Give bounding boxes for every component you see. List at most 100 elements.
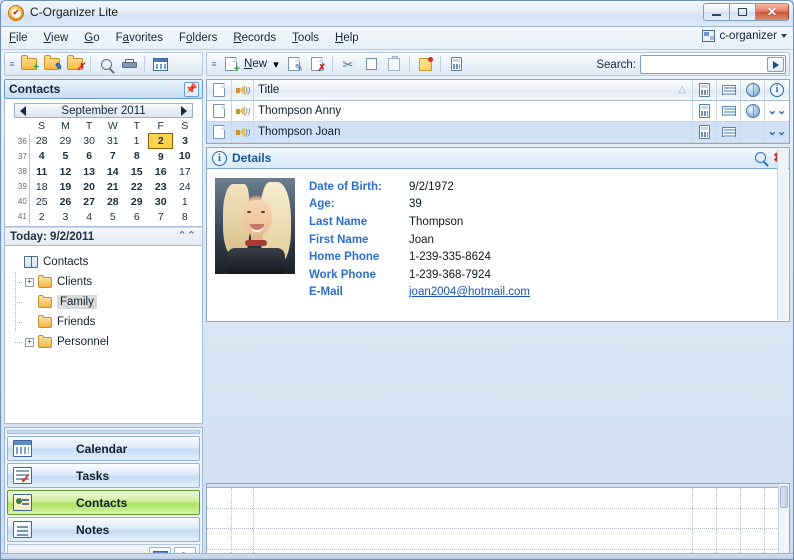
- menu-go[interactable]: Go: [76, 29, 107, 47]
- tree-root-contacts[interactable]: Contacts: [9, 252, 198, 272]
- new-button-label[interactable]: New: [244, 58, 267, 70]
- calendar-day[interactable]: 6: [77, 149, 101, 165]
- delete-record-button[interactable]: [306, 54, 328, 74]
- toolbar-grip-icon[interactable]: ≡: [7, 55, 17, 73]
- calendar-day[interactable]: 28: [101, 194, 125, 209]
- nav-splitter[interactable]: [7, 430, 200, 434]
- pin-icon[interactable]: 📌: [184, 82, 199, 97]
- row-web-cell[interactable]: [741, 101, 765, 121]
- search-go-button[interactable]: [767, 57, 784, 72]
- calendar-day[interactable]: 9: [149, 149, 173, 165]
- arrow-right-icon[interactable]: [181, 106, 187, 116]
- search-box[interactable]: [640, 55, 786, 74]
- calendar-day[interactable]: 12: [54, 164, 78, 179]
- menu-tools[interactable]: Tools: [284, 29, 327, 47]
- table-row[interactable]: )) Thompson Joan ⌄⌄: [207, 122, 789, 143]
- calendar-day[interactable]: 27: [77, 194, 101, 209]
- empty-grid-row[interactable]: [207, 529, 789, 550]
- calendar-day[interactable]: 19: [54, 179, 78, 194]
- profile-selector[interactable]: c-organizer: [702, 30, 787, 42]
- menu-records[interactable]: Records: [225, 29, 284, 47]
- menu-help[interactable]: Help: [327, 29, 367, 47]
- calendar-day[interactable]: 15: [125, 164, 149, 179]
- minimize-button[interactable]: [703, 3, 729, 21]
- row-email-cell[interactable]: [717, 101, 741, 121]
- maximize-button[interactable]: [729, 3, 755, 21]
- calendar-day[interactable]: 5: [54, 149, 78, 165]
- grid-scrollbar[interactable]: [778, 484, 789, 553]
- calendar-day[interactable]: 8: [125, 149, 149, 165]
- calendar-day[interactable]: 26: [54, 194, 78, 209]
- calendar-day[interactable]: 11: [29, 164, 53, 179]
- calendar-day[interactable]: 18: [29, 179, 53, 194]
- calendar-day[interactable]: 30: [149, 194, 173, 209]
- calendar-day[interactable]: 23: [149, 179, 173, 194]
- paste-button[interactable]: [383, 54, 405, 74]
- chevron-up-icon[interactable]: ⌃⌃: [178, 231, 196, 242]
- close-button[interactable]: ✕: [755, 3, 789, 21]
- calendar-day[interactable]: 4: [77, 209, 101, 224]
- print-button[interactable]: [118, 54, 140, 74]
- calendar-day[interactable]: 10: [173, 149, 197, 165]
- menu-folders[interactable]: Folders: [171, 29, 225, 47]
- calendar-day[interactable]: 1: [173, 194, 197, 209]
- empty-grid-row[interactable]: [207, 488, 789, 509]
- calendar-day[interactable]: 16: [149, 164, 173, 179]
- new-folder-button[interactable]: +: [18, 54, 40, 74]
- details-scrollbar[interactable]: [777, 149, 788, 320]
- calendar-day[interactable]: 24: [173, 179, 197, 194]
- calendar-day[interactable]: 30: [77, 134, 101, 149]
- sticky-note-button[interactable]: [414, 54, 436, 74]
- calendar-day[interactable]: 7: [101, 149, 125, 165]
- detail-field-link[interactable]: joan2004@hotmail.com: [409, 286, 530, 298]
- calendar-day[interactable]: 31: [101, 134, 125, 149]
- calendar-day[interactable]: 6: [125, 209, 149, 224]
- column-title-header[interactable]: Title △: [254, 80, 693, 100]
- calendar-day[interactable]: 5: [101, 209, 125, 224]
- row-expand-cell[interactable]: ⌄⌄: [765, 122, 789, 142]
- calendar-day[interactable]: 20: [77, 179, 101, 194]
- calendar-day[interactable]: 17: [173, 164, 197, 179]
- magnifier-icon[interactable]: [755, 152, 766, 163]
- calendar-day[interactable]: 29: [54, 134, 78, 149]
- calendar-day[interactable]: 1: [125, 134, 149, 149]
- calendar-day[interactable]: 21: [101, 179, 125, 194]
- menu-favorites[interactable]: Favorites: [108, 29, 171, 47]
- dial-button[interactable]: [445, 54, 467, 74]
- tree-item-family[interactable]: Family: [9, 292, 198, 312]
- delete-folder-button[interactable]: ✗: [64, 54, 86, 74]
- expander-icon[interactable]: +: [25, 278, 34, 287]
- edit-record-button[interactable]: [283, 54, 305, 74]
- calendar-day[interactable]: 7: [149, 209, 173, 224]
- arrow-left-icon[interactable]: [20, 106, 26, 116]
- row-phone-cell[interactable]: [693, 122, 717, 142]
- scrollbar-thumb[interactable]: [780, 486, 788, 508]
- calendar-day[interactable]: 13: [77, 164, 101, 179]
- copy-button[interactable]: [360, 54, 382, 74]
- menu-view[interactable]: View: [36, 29, 77, 47]
- calendar-day[interactable]: 14: [101, 164, 125, 179]
- tree-item-personnel[interactable]: + Personnel: [9, 332, 198, 352]
- nav-button-tasks[interactable]: Tasks: [7, 463, 200, 488]
- calendar-day[interactable]: 2: [29, 209, 53, 224]
- calendar-day[interactable]: 3: [54, 209, 78, 224]
- row-phone-cell[interactable]: [693, 101, 717, 121]
- calendar-day[interactable]: 25: [29, 194, 53, 209]
- tree-item-clients[interactable]: + Clients: [9, 272, 198, 292]
- menu-file[interactable]: File: [1, 29, 36, 47]
- toolbar-grip-icon[interactable]: ≡: [209, 55, 219, 73]
- calendar-day[interactable]: 22: [125, 179, 149, 194]
- expander-icon[interactable]: +: [25, 338, 34, 347]
- edit-folder-button[interactable]: ✎: [41, 54, 63, 74]
- calendar-day[interactable]: 28: [29, 134, 53, 149]
- calendar-day-today[interactable]: 2: [149, 134, 173, 149]
- table-row[interactable]: )) Thompson Anny ⌄⌄: [207, 101, 789, 122]
- row-email-cell[interactable]: [717, 122, 741, 142]
- empty-grid-row[interactable]: [207, 509, 789, 530]
- find-button[interactable]: [95, 54, 117, 74]
- calendar-view-button[interactable]: [149, 54, 171, 74]
- nav-button-notes[interactable]: Notes: [7, 517, 200, 542]
- calendar-day[interactable]: 3: [173, 134, 197, 149]
- row-expand-cell[interactable]: ⌄⌄: [765, 101, 789, 121]
- nav-button-contacts[interactable]: Contacts: [7, 490, 200, 515]
